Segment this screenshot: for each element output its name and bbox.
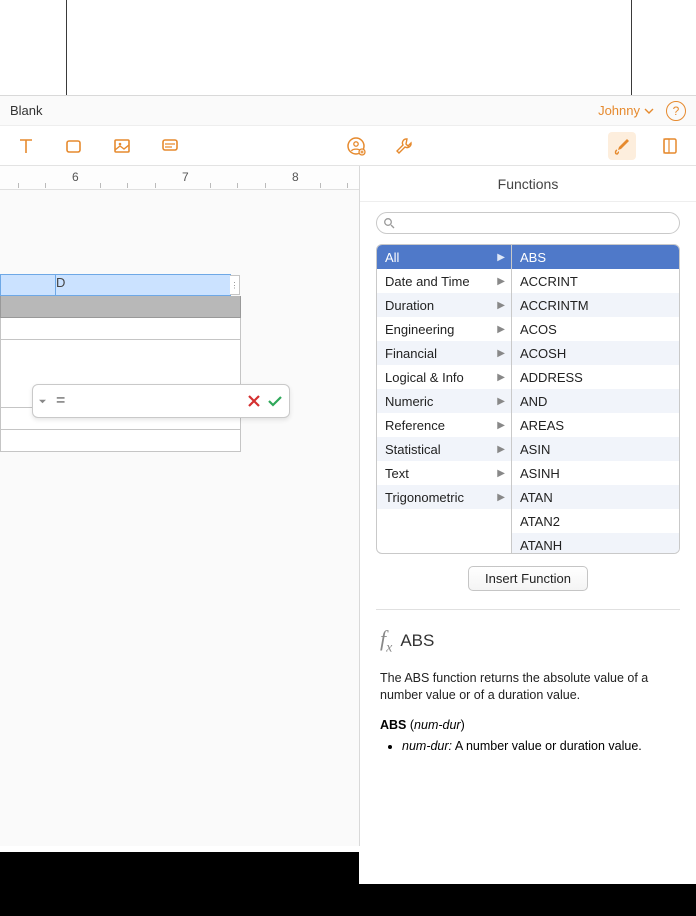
function-search[interactable]	[376, 212, 680, 234]
function-item[interactable]: ASIN	[512, 437, 679, 461]
people-icon	[345, 135, 367, 157]
user-name: Johnny	[598, 103, 640, 118]
function-doc: fx ABS The ABS function returns the abso…	[360, 610, 696, 755]
function-item[interactable]: ATAN	[512, 485, 679, 509]
arrow-right-icon: ▶	[497, 492, 505, 503]
spreadsheet-area[interactable]: 6 7 8 D ⋮	[0, 166, 360, 846]
toolbar	[0, 126, 696, 166]
document-panel-button[interactable]	[656, 132, 684, 160]
ruler-tick: 7	[182, 170, 189, 184]
titlebar: Blank Johnny ?	[0, 96, 696, 126]
media-tool[interactable]	[108, 132, 136, 160]
arrow-right-icon: ▶	[497, 468, 505, 479]
doc-argument: num-dur: A number value or duration valu…	[402, 738, 676, 755]
search-icon	[383, 217, 395, 229]
table[interactable]: D ⋮	[0, 274, 241, 452]
chevron-down-icon	[644, 106, 654, 116]
arrow-right-icon: ▶	[497, 252, 505, 263]
collaborator-button[interactable]: Johnny	[598, 103, 654, 118]
document-title: Blank	[10, 103, 43, 118]
doc-description: The ABS function returns the absolute va…	[380, 670, 676, 704]
category-item[interactable]: Trigonometric▶	[377, 485, 511, 509]
function-item[interactable]: AND	[512, 389, 679, 413]
column-header[interactable]: D ⋮	[55, 274, 231, 296]
x-icon	[247, 394, 261, 408]
arrow-right-icon: ▶	[497, 324, 505, 335]
formula-input[interactable]: =	[52, 392, 241, 410]
formula-cancel-button[interactable]	[247, 394, 261, 408]
category-item[interactable]: Duration▶	[377, 293, 511, 317]
column-label: D	[56, 275, 65, 290]
comment-icon	[160, 136, 180, 156]
mask	[359, 884, 696, 916]
function-item[interactable]: ACOSH	[512, 341, 679, 365]
column-resize-handle[interactable]: ⋮	[230, 275, 240, 295]
table-row[interactable]	[0, 318, 241, 340]
wrench-icon	[394, 136, 414, 156]
ruler-tick: 8	[292, 170, 299, 184]
category-list[interactable]: All▶Date and Time▶Duration▶Engineering▶F…	[377, 245, 512, 553]
help-button[interactable]: ?	[666, 101, 686, 121]
insert-function-button[interactable]: Insert Function	[468, 566, 588, 591]
doc-function-name: ABS	[400, 631, 434, 651]
function-item[interactable]: ATAN2	[512, 509, 679, 533]
tools-menu[interactable]	[390, 132, 418, 160]
collaborate-tool[interactable]	[342, 132, 370, 160]
ruler: 6 7 8	[0, 166, 359, 190]
shape-icon	[64, 136, 84, 156]
category-item[interactable]: Reference▶	[377, 413, 511, 437]
text-icon	[16, 136, 36, 156]
check-icon	[267, 394, 283, 408]
category-item[interactable]: Numeric▶	[377, 389, 511, 413]
function-item[interactable]: ASINH	[512, 461, 679, 485]
arrow-right-icon: ▶	[497, 396, 505, 407]
format-panel-button[interactable]	[608, 132, 636, 160]
category-item[interactable]: Statistical▶	[377, 437, 511, 461]
arrow-right-icon: ▶	[497, 300, 505, 311]
arrow-right-icon: ▶	[497, 444, 505, 455]
category-item[interactable]: Date and Time▶	[377, 269, 511, 293]
search-input[interactable]	[395, 216, 673, 230]
text-tool[interactable]	[12, 132, 40, 160]
panel-title: Functions	[360, 166, 696, 202]
comment-tool[interactable]	[156, 132, 184, 160]
arrow-right-icon: ▶	[497, 348, 505, 359]
app-window: Blank Johnny ?	[0, 95, 696, 852]
category-item[interactable]: Financial▶	[377, 341, 511, 365]
paintbrush-icon	[612, 136, 632, 156]
category-item[interactable]: Engineering▶	[377, 317, 511, 341]
shape-tool[interactable]	[60, 132, 88, 160]
arrow-right-icon: ▶	[497, 276, 505, 287]
functions-panel: Functions All▶Date and Time▶Duration▶Eng…	[360, 166, 696, 853]
function-browser: All▶Date and Time▶Duration▶Engineering▶F…	[376, 244, 680, 554]
formula-editor[interactable]: =	[32, 384, 290, 418]
function-item[interactable]: ADDRESS	[512, 365, 679, 389]
category-item[interactable]: Logical & Info▶	[377, 365, 511, 389]
function-item[interactable]: ABS	[512, 245, 679, 269]
function-item[interactable]: AREAS	[512, 413, 679, 437]
fx-icon: fx	[380, 626, 392, 656]
function-item[interactable]: ACCRINTM	[512, 293, 679, 317]
doc-signature: ABS (num-dur)	[380, 718, 676, 732]
table-row[interactable]	[0, 430, 241, 452]
mask	[0, 852, 359, 916]
table-header-row[interactable]	[0, 296, 241, 318]
category-item[interactable]: All▶	[377, 245, 511, 269]
function-list[interactable]: ABSACCRINTACCRINTMACOSACOSHADDRESSANDARE…	[512, 245, 679, 553]
function-item[interactable]: ACCRINT	[512, 269, 679, 293]
function-item[interactable]: ATANH	[512, 533, 679, 554]
ruler-tick: 6	[72, 170, 79, 184]
arrow-right-icon: ▶	[497, 420, 505, 431]
arrow-right-icon: ▶	[497, 372, 505, 383]
document-icon	[660, 136, 680, 156]
formula-accept-button[interactable]	[267, 394, 283, 408]
category-item[interactable]: Text▶	[377, 461, 511, 485]
image-icon	[112, 136, 132, 156]
function-item[interactable]: ACOS	[512, 317, 679, 341]
formula-menu-icon[interactable]	[39, 398, 46, 405]
